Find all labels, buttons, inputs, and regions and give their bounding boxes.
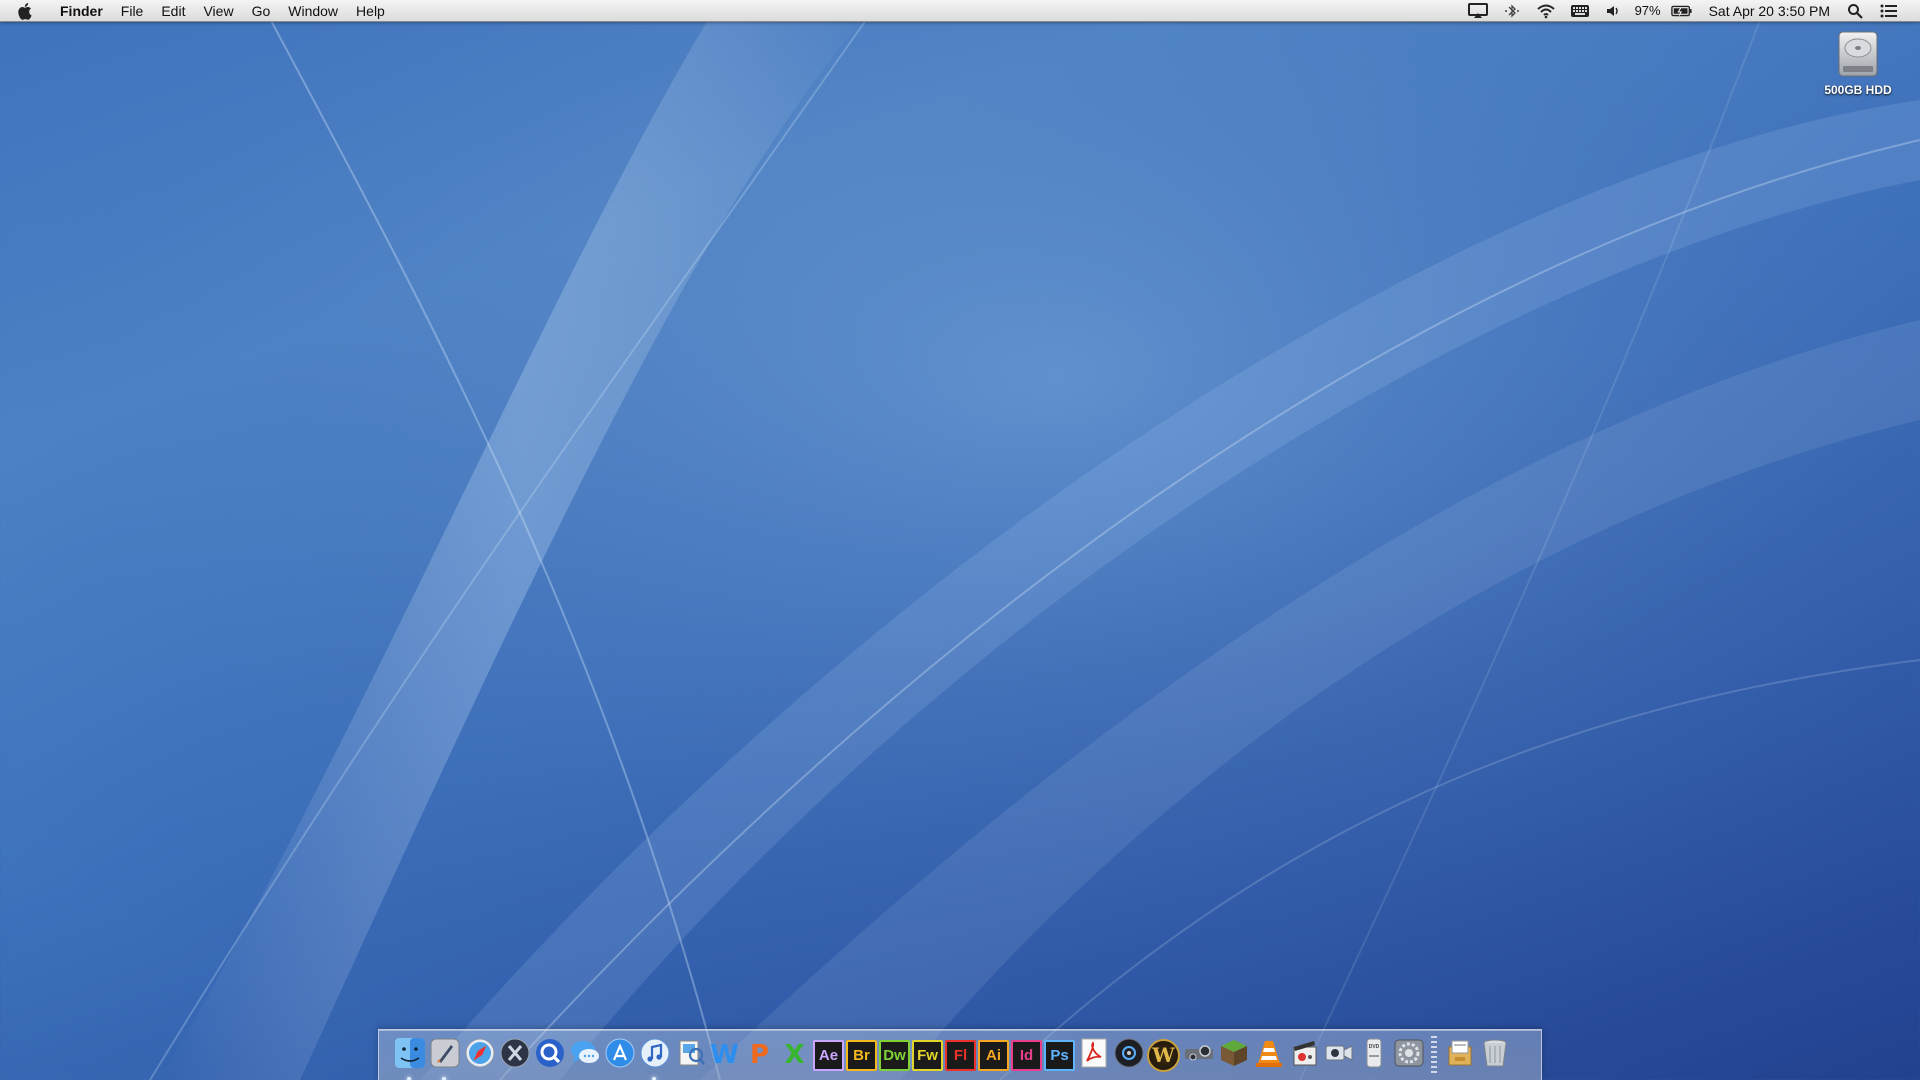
- itunes-note-icon: [639, 1037, 671, 1074]
- menu-clock[interactable]: Sat Apr 20 3:50 PM: [1699, 3, 1838, 19]
- running-indicator: [442, 1076, 446, 1080]
- menu-go[interactable]: Go: [243, 0, 280, 22]
- running-indicator: [407, 1076, 411, 1080]
- documents-stack-icon: [1444, 1037, 1476, 1074]
- menu-file[interactable]: File: [112, 0, 153, 22]
- airplay-icon[interactable]: [1467, 2, 1489, 20]
- dock-preview[interactable]: [673, 1039, 706, 1072]
- dock-vlc[interactable]: [1252, 1039, 1285, 1072]
- keyboard-icon[interactable]: [1569, 2, 1591, 20]
- desktop-hdd-item[interactable]: 500GB HDD: [1810, 28, 1906, 97]
- desktop-wallpaper: [0, 0, 1920, 1080]
- menu-view[interactable]: View: [194, 0, 242, 22]
- dock-system-preferences[interactable]: [1392, 1039, 1425, 1072]
- warcraft-w-icon: W: [1152, 1043, 1175, 1067]
- battery-icon[interactable]: [1670, 2, 1693, 20]
- illustrator-icon: Ai: [986, 1046, 1001, 1064]
- system-preferences-gear-icon: [1393, 1037, 1425, 1074]
- menu-edit[interactable]: Edit: [152, 0, 194, 22]
- launchpad-rocket-icon: [429, 1037, 461, 1074]
- dock-finder[interactable]: [393, 1037, 426, 1080]
- dock-minecraft[interactable]: [1217, 1039, 1250, 1072]
- app-store-icon: [604, 1037, 636, 1074]
- dock-excel[interactable]: X: [778, 1039, 811, 1072]
- dock-powerpoint[interactable]: P: [743, 1039, 776, 1072]
- dock-flash[interactable]: Fl: [945, 1039, 976, 1071]
- acrobat-pdf-icon: [1078, 1037, 1110, 1074]
- battery-percent[interactable]: 97%: [1631, 3, 1665, 18]
- dock-bridge[interactable]: Br: [846, 1039, 877, 1071]
- minecraft-block-icon: [1218, 1037, 1250, 1074]
- dock-facetime[interactable]: [1322, 1039, 1355, 1072]
- menu-window[interactable]: Window: [279, 0, 347, 22]
- fireworks-icon: Fw: [917, 1046, 938, 1064]
- volume-icon[interactable]: [1603, 2, 1625, 20]
- trash-can-icon: [1479, 1037, 1511, 1074]
- dock-messages[interactable]: [568, 1039, 601, 1072]
- menu-help[interactable]: Help: [347, 0, 394, 22]
- menu-bar: Finder File Edit View Go Window Help 97%…: [0, 0, 1920, 22]
- dock-launchpad[interactable]: [428, 1037, 461, 1080]
- wifi-icon[interactable]: [1535, 2, 1557, 20]
- dock-quicktime[interactable]: [533, 1037, 566, 1074]
- preview-icon: [674, 1037, 706, 1074]
- indesign-icon: Id: [1019, 1046, 1034, 1064]
- mission-control-x-icon: [499, 1037, 531, 1074]
- flash-icon: Fl: [953, 1046, 968, 1064]
- dreamweaver-icon: Dw: [883, 1046, 906, 1064]
- dock-world-of-warcraft[interactable]: W: [1147, 1038, 1180, 1072]
- vlc-cone-icon: [1253, 1037, 1285, 1074]
- dock-documents-stack[interactable]: [1443, 1039, 1476, 1072]
- dock-movie-app[interactable]: [1287, 1039, 1320, 1072]
- dock-acrobat[interactable]: [1077, 1037, 1110, 1074]
- bridge-icon: Br: [853, 1046, 870, 1064]
- dock-app-store[interactable]: [603, 1037, 636, 1074]
- finder-icon: [394, 1037, 426, 1074]
- dock-steam[interactable]: [1182, 1039, 1215, 1072]
- dock-trash[interactable]: [1478, 1039, 1511, 1072]
- after-effects-icon: Ae: [818, 1046, 839, 1064]
- dvd-disc-icon: [1113, 1037, 1145, 1074]
- bluetooth-icon[interactable]: [1501, 2, 1523, 20]
- apple-logo-icon[interactable]: [18, 2, 36, 20]
- photoshop-icon: Ps: [1050, 1046, 1069, 1064]
- clapper-icon: [1288, 1037, 1320, 1074]
- dock-itunes[interactable]: [638, 1037, 671, 1080]
- notification-list-icon[interactable]: [1878, 2, 1900, 20]
- svg-text:DVD: DVD: [1368, 1044, 1379, 1050]
- dock-dvd-player[interactable]: [1112, 1037, 1145, 1074]
- dock: W P X Ae Br Dw Fw Fl Ai Id Ps W DVD: [378, 1029, 1542, 1080]
- dock-safari[interactable]: [463, 1037, 496, 1074]
- dock-photoshop[interactable]: Ps: [1044, 1039, 1075, 1071]
- menu-app-name[interactable]: Finder: [52, 0, 112, 22]
- dock-dreamweaver[interactable]: Dw: [879, 1039, 910, 1071]
- running-indicator: [652, 1076, 656, 1080]
- quicktime-q-icon: [534, 1037, 566, 1074]
- menu-bar-left: Finder File Edit View Go Window Help: [0, 0, 394, 22]
- dock-illustrator[interactable]: Ai: [978, 1039, 1009, 1071]
- menu-bar-status: 97% Sat Apr 20 3:50 PM: [1461, 0, 1920, 22]
- steam-icon: [1183, 1037, 1215, 1074]
- dock-after-effects[interactable]: Ae: [813, 1039, 844, 1071]
- dock-mission-control[interactable]: [498, 1037, 531, 1074]
- dock-dvd-drive[interactable]: DVD: [1357, 1037, 1390, 1074]
- dock-indesign[interactable]: Id: [1011, 1039, 1042, 1071]
- dvd-drive-icon: DVD: [1358, 1037, 1390, 1074]
- dock-word[interactable]: W: [708, 1039, 741, 1072]
- word-w-icon: W: [710, 1040, 739, 1070]
- dock-separator: [1431, 1036, 1437, 1074]
- excel-x-icon: X: [784, 1040, 805, 1070]
- facetime-camera-icon: [1323, 1037, 1355, 1074]
- hard-drive-icon[interactable]: [1833, 28, 1883, 80]
- dock-fireworks[interactable]: Fw: [912, 1039, 943, 1071]
- spotlight-search-icon[interactable]: [1844, 2, 1866, 20]
- powerpoint-p-icon: P: [749, 1040, 770, 1070]
- hdd-label: 500GB HDD: [1824, 83, 1892, 97]
- safari-compass-icon: [464, 1037, 496, 1074]
- messages-bubble-icon: [569, 1037, 601, 1074]
